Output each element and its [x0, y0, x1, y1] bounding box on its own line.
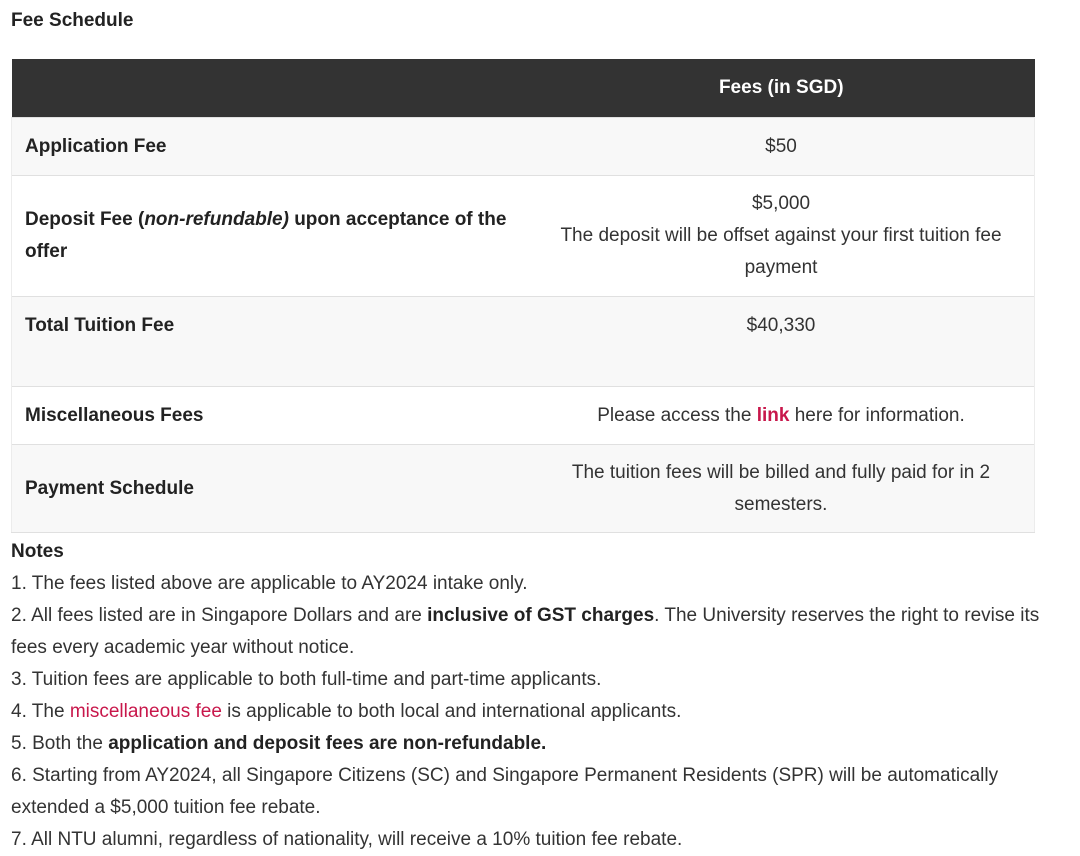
miscellaneous-fee-link[interactable]: miscellaneous fee — [70, 701, 222, 722]
note-item: 6. Starting from AY2024, all Singapore C… — [11, 765, 999, 818]
table-header-spacer — [11, 59, 528, 118]
notes-title: Notes — [11, 541, 64, 562]
row-label: Deposit Fee (non-refundable) upon accept… — [11, 175, 528, 297]
deposit-note: The deposit will be offset against your … — [560, 225, 1002, 278]
row-value: $50 — [528, 117, 1035, 176]
row-value: The tuition fees will be billed and full… — [528, 444, 1035, 533]
misc-fees-link[interactable]: link — [757, 405, 790, 426]
table-row-deposit-fee: Deposit Fee (non-refundable) upon accept… — [11, 175, 1035, 297]
note-item: 5. Both the application and deposit fees… — [11, 733, 547, 754]
row-label: Total Tuition Fee — [11, 296, 528, 387]
row-value: $5,000 The deposit will be offset agains… — [528, 175, 1035, 297]
page-title: Fee Schedule — [11, 10, 134, 31]
table-row-payment-schedule: Payment Schedule The tuition fees will b… — [11, 444, 1035, 533]
table-row-total-tuition-fee: Total Tuition Fee $40,330 — [11, 296, 1035, 387]
table-row-application-fee: Application Fee $50 — [11, 117, 1035, 176]
row-label: Miscellaneous Fees — [11, 386, 528, 445]
table-header-row: Fees (in SGD) — [11, 59, 1035, 118]
table-header-fees: Fees (in SGD) — [528, 59, 1035, 118]
row-value: Please access the link here for informat… — [528, 386, 1035, 445]
note-item: 7. All NTU alumni, regardless of nationa… — [11, 829, 683, 850]
note-item: 3. Tuition fees are applicable to both f… — [11, 669, 602, 690]
row-label: Payment Schedule — [11, 444, 528, 533]
note-item: 1. The fees listed above are applicable … — [11, 573, 528, 594]
row-value: $40,330 — [528, 296, 1035, 387]
table-row-miscellaneous-fees: Miscellaneous Fees Please access the lin… — [11, 386, 1035, 445]
row-label: Application Fee — [11, 117, 528, 176]
note-item: 2. All fees listed are in Singapore Doll… — [11, 605, 1040, 658]
fee-table: Fees (in SGD) Application Fee $50 Deposi… — [11, 59, 1035, 533]
deposit-amount: $5,000 — [751, 193, 811, 214]
note-item: 4. The miscellaneous fee is applicable t… — [11, 701, 682, 722]
notes-section: Notes 1. The fees listed above are appli… — [11, 536, 1051, 856]
